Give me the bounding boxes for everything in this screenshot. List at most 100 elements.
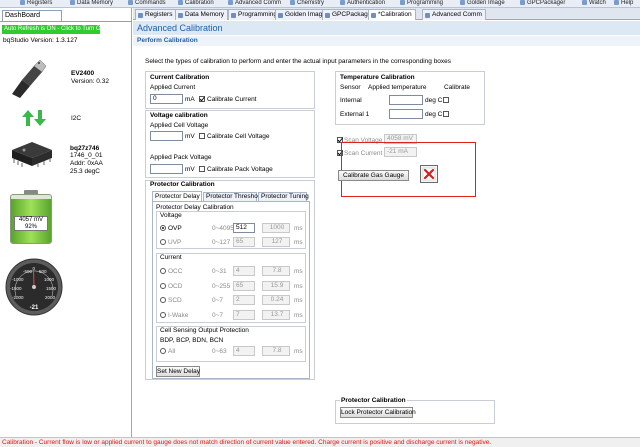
dashboard-tab-line xyxy=(0,21,132,22)
golden-image-icon xyxy=(460,0,465,5)
help-icon xyxy=(614,0,619,5)
delay-input-i-wake[interactable]: 7 xyxy=(233,310,255,320)
section-header: Perform Calibration xyxy=(133,36,640,46)
document-tabs: Registers Data Memory Programming Golden… xyxy=(133,8,640,20)
commands-icon xyxy=(128,0,133,5)
protector-delay-title: Protector Delay Calibration xyxy=(156,204,234,211)
tab-data-memory[interactable]: Data Memory xyxy=(175,9,229,20)
radio-occ[interactable] xyxy=(160,268,166,274)
internal-temp-unit: deg C xyxy=(425,97,443,104)
section-title: Perform Calibration xyxy=(137,37,198,44)
delay-label-uvp: UVP xyxy=(168,239,182,246)
gauge-needle xyxy=(33,269,35,288)
gauge-label-1000: 1000 xyxy=(44,277,55,282)
delay-input-ocd[interactable]: 65 xyxy=(233,281,255,291)
toolbar-watch[interactable]: Watch xyxy=(582,0,606,7)
calibrate-internal-temp-checkbox[interactable] xyxy=(443,97,449,103)
delay-label-all: All xyxy=(168,348,176,355)
pack-voltage-input[interactable] xyxy=(150,164,183,174)
calibration-tab-icon xyxy=(371,13,376,18)
registers-tab-icon xyxy=(138,13,143,18)
tab-protector-delay[interactable]: Protector Delay xyxy=(152,191,202,201)
delay-label-ovp: OVP xyxy=(168,225,182,232)
toolbar-help[interactable]: Help xyxy=(614,0,633,7)
radio-scd[interactable] xyxy=(160,297,166,303)
gauge-value: -21 xyxy=(30,305,39,311)
toolbar-data-memory[interactable]: Data Memory xyxy=(70,0,113,7)
delay-range-occ: 0~31 xyxy=(212,268,227,275)
toolbar-advanced-comm[interactable]: Advanced Comm xyxy=(228,0,281,7)
delay-output-scd: 0.24 xyxy=(262,295,290,305)
ev-version: Version: 0.32 xyxy=(71,78,109,85)
registers-icon xyxy=(20,0,25,5)
calibration-failed-icon xyxy=(420,165,438,183)
auto-refresh-button[interactable]: Auto Refresh is ON - Click to Turn Off xyxy=(2,25,104,34)
delay-range-ocd: 0~255 xyxy=(212,283,231,290)
toolbar-chemistry[interactable]: Chemistry xyxy=(290,0,324,7)
external1-temp-input[interactable] xyxy=(389,109,423,119)
calibrate-pack-voltage-label: Calibrate Pack Voltage xyxy=(207,166,273,173)
set-new-delay-button[interactable]: Set New Delay xyxy=(156,366,200,377)
delay-input-all[interactable]: 4 xyxy=(233,346,255,356)
voltage-calibration-title: Voltage calibration xyxy=(150,112,208,119)
delay-label-ocd: OCD xyxy=(168,283,183,290)
tab-programming[interactable]: Programming xyxy=(228,9,282,20)
calibrate-gas-gauge-button[interactable]: Calibrate Gas Gauge xyxy=(338,170,409,181)
delay-output-i-wake: 13.7 xyxy=(262,310,290,320)
temp-sensor-external1: External 1 xyxy=(340,111,370,118)
temp-sensor-internal: Internal xyxy=(340,97,362,104)
delay-input-occ[interactable]: 4 xyxy=(233,266,255,276)
delay-unit-uvp: ms xyxy=(294,239,303,246)
pack-voltage-label: Applied Pack Voltage xyxy=(150,154,212,161)
temperature-calibration-title: Temperature Calibration xyxy=(340,74,415,81)
data-memory-icon xyxy=(70,0,75,5)
gpcpackager-icon xyxy=(520,0,525,5)
gauge-label-500: 500 xyxy=(39,269,47,274)
cell-voltage-input[interactable] xyxy=(150,131,183,141)
tab-protector-threshold[interactable]: Protector Threshold xyxy=(203,192,263,201)
battery-voltage: 4057 mV xyxy=(18,217,43,223)
protector-calibration-title: Protector Calibration xyxy=(150,181,215,188)
delay-input-uvp[interactable]: 65 xyxy=(233,237,255,247)
cell-voltage-unit: mV xyxy=(185,133,195,140)
internal-temp-input[interactable] xyxy=(389,95,423,105)
calibrate-current-checkbox[interactable] xyxy=(199,96,205,102)
toolbar-authentication[interactable]: Authentication xyxy=(340,0,385,7)
radio-all[interactable] xyxy=(160,348,166,354)
toolbar-commands[interactable]: Commands xyxy=(128,0,166,7)
tab-advanced-comm[interactable]: Advanced Comm xyxy=(422,9,486,20)
battery-percent: 92% xyxy=(24,224,37,230)
toolbar-programming[interactable]: Programming xyxy=(400,0,443,7)
toolbar-golden-image[interactable]: Golden Image xyxy=(460,0,505,7)
delay-unit-ocd: ms xyxy=(294,283,303,290)
toolbar-calibration[interactable]: Calibration xyxy=(178,0,214,7)
cell-voltage-label: Applied Cell Voltage xyxy=(150,122,209,129)
tab-protector-tuning[interactable]: Protector Tuning xyxy=(258,192,309,201)
tab-registers[interactable]: Registers xyxy=(135,9,177,20)
tab-calibration[interactable]: *Calibration xyxy=(368,9,416,20)
device-firmware: 1746_0_01 xyxy=(70,152,103,159)
radio-uvp[interactable] xyxy=(160,239,166,245)
checkmark-icon xyxy=(199,96,205,102)
dashboard-tab[interactable]: DashBoard xyxy=(2,10,62,21)
radio-ocd[interactable] xyxy=(160,283,166,289)
delay-input-ovp[interactable]: 512 xyxy=(233,223,255,233)
programming-icon xyxy=(400,0,405,5)
calibrate-pack-voltage-checkbox[interactable] xyxy=(199,166,205,172)
delay-range-ovp: 0~4095 xyxy=(212,225,234,232)
toolbar-registers[interactable]: Registers xyxy=(20,0,52,7)
gpcpackager-tab-icon xyxy=(325,13,330,18)
toolbar-gpcpackager[interactable]: GPCPackager xyxy=(520,0,565,7)
radio-i-wake[interactable] xyxy=(160,312,166,318)
applied-current-input[interactable]: 0 xyxy=(150,94,183,104)
radio-ovp[interactable] xyxy=(160,225,166,231)
calibrate-external1-temp-checkbox[interactable] xyxy=(443,111,449,117)
gauge-label-neg500: -500 xyxy=(23,269,33,274)
current-delay-title: Current xyxy=(160,254,182,261)
advanced-comm-icon xyxy=(228,0,233,5)
delay-input-scd[interactable]: 2 xyxy=(233,295,255,305)
temp-col-calibrate: Calibrate xyxy=(444,84,471,91)
temp-col-sensor: Sensor xyxy=(340,84,361,91)
calibrate-cell-voltage-checkbox[interactable] xyxy=(199,133,205,139)
lock-protector-calibration-button[interactable]: Lock Protector Calibration xyxy=(340,407,416,418)
